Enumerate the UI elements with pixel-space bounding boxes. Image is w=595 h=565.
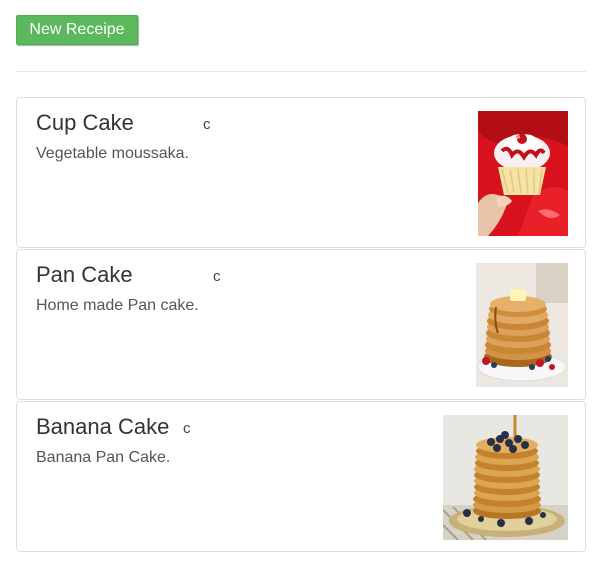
recipe-description: Banana Pan Cake. <box>36 449 171 466</box>
recipe-extra-label: c <box>213 268 221 285</box>
pancake-image <box>476 263 568 387</box>
recipe-extra-label: c <box>203 116 211 133</box>
recipe-list-page: New Receipe Cup Cake c Vegetable moussak… <box>0 0 595 565</box>
divider <box>16 71 586 72</box>
recipe-image <box>478 111 568 236</box>
banana-pancake-image <box>443 415 568 540</box>
recipe-description: Home made Pan cake. <box>36 297 199 314</box>
recipe-title[interactable]: Pan Cake <box>36 262 133 288</box>
recipe-title[interactable]: Banana Cake <box>36 414 169 440</box>
recipe-title[interactable]: Cup Cake <box>36 110 134 136</box>
recipe-image <box>476 263 568 387</box>
recipe-extra-label: c <box>183 420 191 437</box>
recipe-card[interactable]: Cup Cake c Vegetable moussaka. <box>16 97 586 248</box>
new-recipe-button[interactable]: New Receipe <box>16 15 138 45</box>
recipe-card[interactable]: Banana Cake c Banana Pan Cake. <box>16 401 586 552</box>
recipe-image <box>443 415 568 540</box>
cupcake-image <box>478 111 568 236</box>
recipe-card[interactable]: Pan Cake c Home made Pan cake. <box>16 249 586 400</box>
recipe-description: Vegetable moussaka. <box>36 145 189 162</box>
